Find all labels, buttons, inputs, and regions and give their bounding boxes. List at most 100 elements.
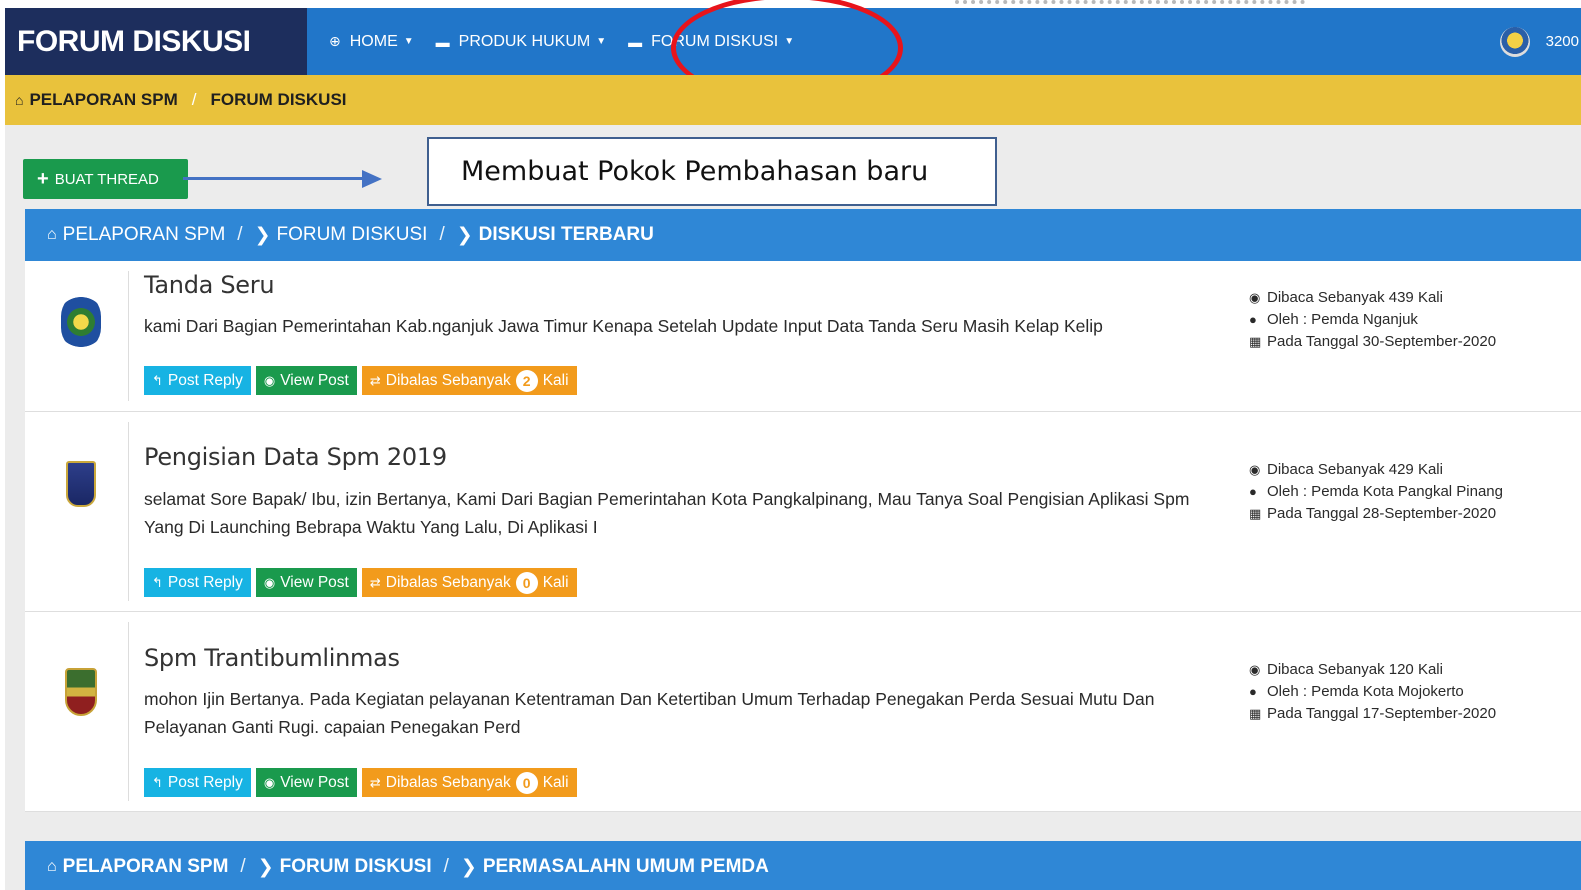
user-icon: ● (1249, 312, 1257, 327)
annotation-arrow (183, 177, 365, 180)
thread-title[interactable]: Spm Trantibumlinmas (144, 644, 400, 672)
thread-author: Oleh : Pemda Kota Mojokerto (1267, 683, 1464, 700)
chevron-right-icon: ❯ (456, 224, 473, 246)
eye-icon: ◉ (1249, 462, 1261, 477)
thread-meta: ◉ Dibaca Sebanyak 429 Kali ● Oleh : Pemda … (1249, 459, 1503, 525)
reply-icon: ↰ (152, 372, 163, 388)
view-post-label: View Post (280, 573, 349, 591)
post-reply-label: Post Reply (167, 573, 243, 591)
chevron-down-icon: ▼ (596, 36, 607, 47)
view-post-label: View Post (280, 773, 349, 791)
post-reply-button[interactable]: ↰ Post Reply (144, 568, 251, 597)
nav-produk-hukum-label: PRODUK HUKUM (458, 32, 591, 50)
thread-actions: ↰ Post Reply ◉ View Post ⇄ Dibalas Sebanyak… (144, 768, 582, 797)
thread-item: Spm Trantibumlinmas mohon Ijin Bertanya.… (25, 612, 1581, 812)
breadcrumb-home[interactable]: PELAPORAN SPM (29, 90, 177, 110)
region-emblem-icon (66, 461, 96, 507)
thread-date: Pada Tanggal 30-September-2020 (1267, 333, 1497, 350)
section-crumb-current: DISKUSI TERBARU (478, 224, 654, 245)
thread-date: Pada Tanggal 17-September-2020 (1267, 705, 1497, 722)
section-header-general-issues: ⌂ PELAPORAN SPM / ❯ FORUM DISKUSI / ❯ PE… (25, 841, 1581, 890)
eye-icon: ◉ (263, 372, 276, 388)
thread-description: selamat Sore Bapak/ Ibu, izin Bertanya, … (144, 489, 1190, 537)
thread-description: mohon Ijin Bertanya. Pada Kegiatan pelay… (144, 689, 1155, 737)
calendar-icon: ▦ (1249, 706, 1262, 721)
section-crumb-home[interactable]: PELAPORAN SPM (63, 224, 226, 246)
reply-count: 2 (515, 369, 538, 392)
globe-icon: ⊕ (329, 33, 341, 49)
page: FORUM DISKUSI ⊕ HOME ▼ ▬ PRODUK HUKUM ▼ … (0, 0, 1581, 890)
reply-count-badge: ⇄ Dibalas Sebanyak 0 Kali (361, 768, 577, 797)
nav-home-label: HOME (349, 32, 398, 50)
section-crumb-home[interactable]: PELAPORAN SPM (63, 856, 229, 878)
view-post-label: View Post (280, 371, 349, 389)
view-post-button[interactable]: ◉ View Post (255, 366, 357, 395)
user-menu[interactable]: 3200 (1499, 8, 1581, 75)
section-separator: / (237, 224, 243, 245)
reply-count-prefix: Dibalas Sebanyak (385, 573, 511, 591)
thread-views: Dibaca Sebanyak 120 Kali (1267, 661, 1443, 678)
section-header-latest: ⌂ PELAPORAN SPM / ❯ FORUM DISKUSI / ❯ DI… (25, 209, 1581, 261)
calendar-icon: ▦ (1249, 506, 1262, 521)
section-crumb-current: PERMASALAHN UMUM PEMDA (482, 856, 769, 877)
new-thread-label: BUAT THREAD (54, 170, 159, 188)
reply-count-prefix: Dibalas Sebanyak (385, 773, 511, 791)
thread-list: Tanda Seru kami Dari Bagian Pemerintahan… (25, 261, 1581, 812)
new-thread-button[interactable]: + BUAT THREAD (23, 159, 188, 199)
thread-author: Oleh : Pemda Kota Pangkal Pinang (1267, 483, 1503, 500)
plus-icon: + (37, 167, 49, 190)
thread-title[interactable]: Tanda Seru (144, 271, 275, 299)
reply-count-prefix: Dibalas Sebanyak (385, 371, 511, 389)
thread-actions: ↰ Post Reply ◉ View Post ⇄ Dibalas Sebanyak… (144, 366, 582, 395)
reply-count-badge: ⇄ Dibalas Sebanyak 0 Kali (361, 568, 577, 597)
dotted-decoration (955, 0, 1305, 6)
reply-icon: ↰ (152, 574, 163, 590)
section-separator: / (240, 856, 246, 877)
section-separator: / (443, 856, 449, 877)
brand-title[interactable]: FORUM DISKUSI (5, 8, 307, 75)
divider (128, 422, 129, 601)
post-reply-button[interactable]: ↰ Post Reply (144, 768, 251, 797)
nav-home[interactable]: ⊕ HOME ▼ (329, 8, 414, 75)
thread-description: kami Dari Bagian Pemerintahan Kab.nganju… (144, 316, 1103, 336)
user-name: 3200 (1545, 33, 1579, 50)
breadcrumb-separator: / (191, 90, 197, 109)
region-emblem-icon (65, 668, 97, 716)
calendar-icon: ▦ (1249, 334, 1262, 349)
chevron-right-icon: ❯ (257, 856, 274, 878)
thread-title[interactable]: Pengisian Data Spm 2019 (144, 443, 447, 471)
divider (128, 622, 129, 801)
post-reply-button[interactable]: ↰ Post Reply (144, 366, 251, 395)
left-strip (0, 125, 5, 890)
reply-count-suffix: Kali (542, 773, 569, 791)
divider (128, 271, 129, 401)
nav-forum-diskusi-label: FORUM DISKUSI (651, 32, 779, 50)
nav-forum-diskusi[interactable]: ▬ FORUM DISKUSI ▼ (628, 8, 794, 75)
reply-count-suffix: Kali (542, 371, 569, 389)
user-icon: ● (1249, 484, 1257, 499)
section-crumb-forum[interactable]: FORUM DISKUSI (280, 856, 432, 878)
view-post-button[interactable]: ◉ View Post (255, 568, 357, 597)
home-icon: ⌂ (15, 92, 24, 108)
view-post-button[interactable]: ◉ View Post (255, 768, 357, 797)
region-emblem-icon (61, 294, 101, 350)
reply-count: 0 (515, 571, 538, 594)
thread-actions: ↰ Post Reply ◉ View Post ⇄ Dibalas Sebanyak… (144, 568, 582, 597)
chevron-right-icon: ❯ (460, 856, 477, 878)
thread-item: Tanda Seru kami Dari Bagian Pemerintahan… (25, 261, 1581, 412)
thread-date: Pada Tanggal 28-September-2020 (1267, 505, 1497, 522)
thread-author: Oleh : Pemda Nganjuk (1267, 311, 1418, 328)
nav-produk-hukum[interactable]: ▬ PRODUK HUKUM ▼ (436, 8, 606, 75)
chevron-down-icon: ▼ (784, 36, 795, 47)
section-separator: / (439, 224, 445, 245)
section-crumb-forum[interactable]: FORUM DISKUSI (276, 224, 427, 246)
annotation-callout: Membuat Pokok Pembahasan baru (427, 137, 997, 206)
reply-count: 0 (515, 771, 538, 794)
annotation-arrow-head (362, 170, 382, 188)
chevron-right-icon: ❯ (254, 224, 271, 246)
home-icon: ⌂ (47, 226, 57, 243)
retweet-icon: ⇄ (369, 774, 381, 790)
retweet-icon: ⇄ (369, 372, 381, 388)
post-reply-label: Post Reply (167, 773, 243, 791)
navbar: FORUM DISKUSI ⊕ HOME ▼ ▬ PRODUK HUKUM ▼ … (5, 8, 1581, 75)
